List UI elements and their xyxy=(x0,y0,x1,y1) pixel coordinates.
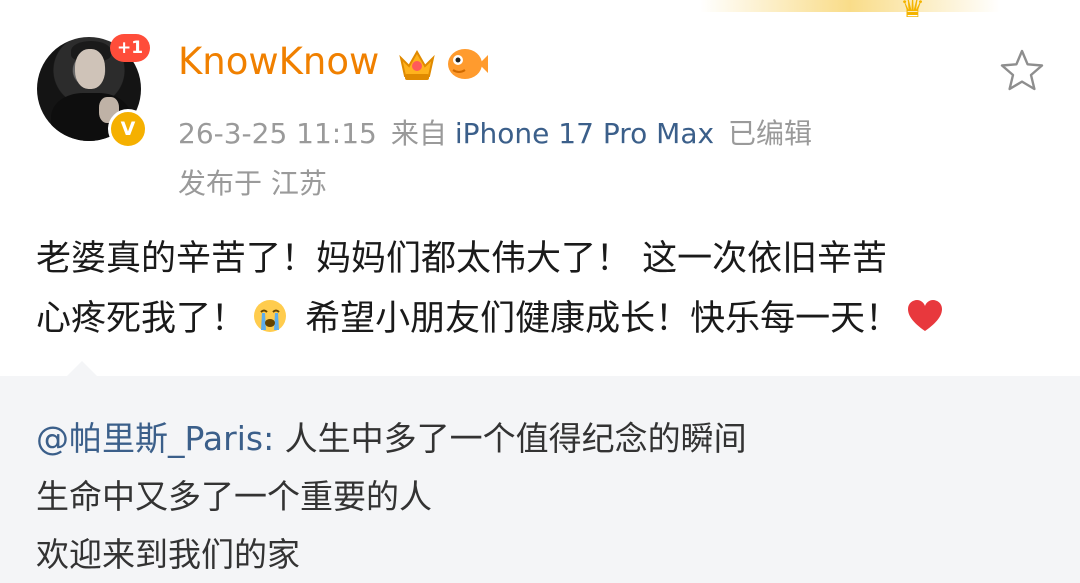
quoted-post-line-1: @帕里斯_Paris: 人生中多了一个值得纪念的瞬间 xyxy=(36,412,747,460)
crown-decoration-icon: ♛ xyxy=(900,0,926,24)
quoted-post-line-2: 生命中又多了一个重要的人 xyxy=(36,477,432,516)
red-heart-emoji-icon xyxy=(908,300,943,331)
post-content-line-2: 心疼死我了！ 希望小朋友们健康成长！快乐每一天！ xyxy=(36,290,944,341)
post-content-text-b: 希望小朋友们健康成长！快乐每一天！ xyxy=(294,299,901,339)
avatar-face xyxy=(75,49,105,89)
edited-label[interactable]: 已编辑 xyxy=(728,117,812,150)
header-decoration xyxy=(700,0,1000,12)
quoted-post-text-1: 人生中多了一个值得纪念的瞬间 xyxy=(274,419,747,458)
fish-badge-icon[interactable] xyxy=(445,44,489,84)
post-meta: 26-3-25 11:15 来自 iPhone 17 Pro Max 已编辑 xyxy=(178,112,826,152)
quoted-user-mention[interactable]: @帕里斯_Paris: xyxy=(36,419,274,458)
crown-vip-icon[interactable] xyxy=(397,44,437,84)
star-outline-icon[interactable] xyxy=(1000,48,1044,92)
post-content-text-a: 心疼死我了！ xyxy=(36,299,247,339)
crying-face-emoji-icon xyxy=(254,300,287,332)
verified-badge-icon: V xyxy=(108,109,148,149)
post-content-line-1: 老婆真的辛苦了！妈妈们都太伟大了！ 这一次依旧辛苦 xyxy=(36,239,888,279)
post-source-prefix: 来自 xyxy=(390,117,447,150)
avatar-plus-badge[interactable]: +1 xyxy=(110,34,150,62)
username[interactable]: KnowKnow xyxy=(178,40,379,83)
post-source-device[interactable]: iPhone 17 Pro Max xyxy=(455,117,714,150)
post-location: 发布于 江苏 xyxy=(178,167,327,200)
quote-pointer xyxy=(66,361,98,377)
post-time: 26-3-25 11:15 xyxy=(178,117,377,150)
quoted-post-line-3: 欢迎来到我们的家 xyxy=(36,535,300,574)
